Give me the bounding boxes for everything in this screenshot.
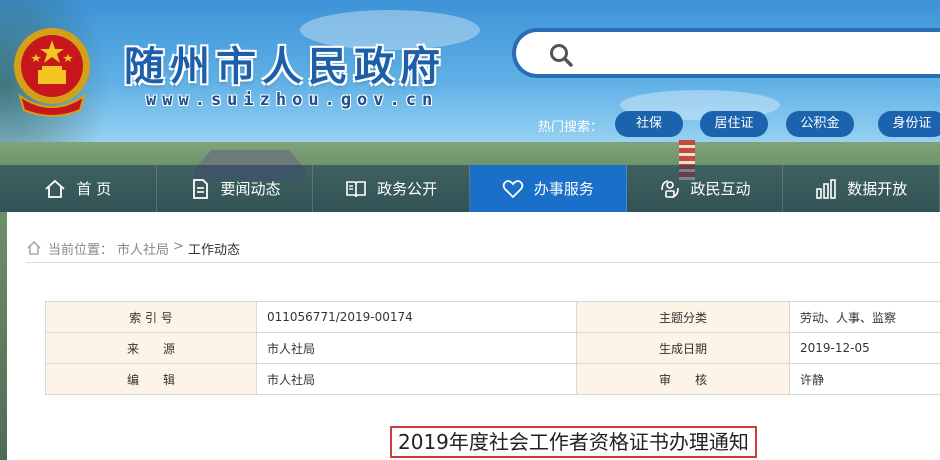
meta-value-category: 劳动、人事、监察 xyxy=(789,301,940,333)
search-box[interactable] xyxy=(512,28,940,78)
table-row: 编 辑 市人社局 审 核 许静 xyxy=(45,363,940,395)
table-row: 来 源 市人社局 生成日期 2019-12-05 xyxy=(45,332,940,364)
meta-label-reviewer: 审 核 xyxy=(576,363,790,395)
hot-tag-social-security[interactable]: 社保 xyxy=(615,111,683,137)
breadcrumb: 当前位置： 市人社局 > 工作动态 xyxy=(26,239,940,263)
nav-item-services[interactable]: 办事服务 xyxy=(470,165,627,212)
nav-item-open-data[interactable]: 数据开放 xyxy=(783,165,940,212)
hot-tag-residence-permit[interactable]: 居住证 xyxy=(700,111,768,137)
main-nav: 首 页 要闻动态 政务公开 办事服务 政民互动 数据开放 xyxy=(0,165,940,212)
interaction-icon xyxy=(660,179,679,198)
meta-label-source: 来 源 xyxy=(45,332,257,364)
nav-label: 政务公开 xyxy=(377,180,438,198)
meta-value-editor: 市人社局 xyxy=(256,363,577,395)
hot-search-label: 热门搜索： xyxy=(538,120,604,135)
nav-item-government-affairs[interactable]: 政务公开 xyxy=(313,165,471,212)
breadcrumb-prefix: 当前位置： xyxy=(48,243,114,258)
nav-label: 首 页 xyxy=(76,180,112,198)
search-input[interactable] xyxy=(582,40,940,68)
home-icon xyxy=(45,179,66,198)
side-scenery xyxy=(0,212,7,460)
article-title: 2019年度社会工作者资格证书办理通知 xyxy=(390,426,757,458)
meta-label-editor: 编 辑 xyxy=(45,363,257,395)
bar-chart-icon xyxy=(816,178,836,199)
breadcrumb-link-parent[interactable]: 市人社局 xyxy=(117,239,169,258)
hot-tag-housing-fund[interactable]: 公积金 xyxy=(786,111,854,137)
book-icon xyxy=(346,180,366,197)
document-icon xyxy=(192,178,208,199)
nav-label: 数据开放 xyxy=(847,180,908,198)
meta-value-index: 011056771/2019-00174 xyxy=(256,301,577,333)
site-title: 随州市人民政府 xyxy=(124,44,446,90)
article-meta-table: 索 引 号 011056771/2019-00174 主题分类 劳动、人事、监察… xyxy=(45,301,940,395)
search-icon[interactable] xyxy=(548,42,574,68)
heart-icon xyxy=(502,179,524,198)
meta-label-index: 索 引 号 xyxy=(45,301,257,333)
breadcrumb-separator: > xyxy=(173,239,184,254)
table-row: 索 引 号 011056771/2019-00174 主题分类 劳动、人事、监察 xyxy=(45,301,940,333)
meta-label-category: 主题分类 xyxy=(576,301,790,333)
nav-label: 办事服务 xyxy=(533,180,594,198)
meta-label-date: 生成日期 xyxy=(576,332,790,364)
nav-item-news[interactable]: 要闻动态 xyxy=(157,165,314,212)
nav-label: 政民互动 xyxy=(690,180,751,198)
meta-value-reviewer: 许静 xyxy=(789,363,940,395)
hot-tag-id-card[interactable]: 身份证 xyxy=(878,111,940,137)
location-home-icon xyxy=(27,240,41,255)
nav-item-interaction[interactable]: 政民互动 xyxy=(627,165,784,212)
nav-item-home[interactable]: 首 页 xyxy=(0,165,157,212)
site-domain: www.suizhou.gov.cn xyxy=(146,90,439,110)
national-emblem-logo xyxy=(14,28,90,117)
meta-value-date: 2019-12-05 xyxy=(789,332,940,364)
meta-value-source: 市人社局 xyxy=(256,332,577,364)
nav-label: 要闻动态 xyxy=(220,180,281,198)
breadcrumb-current: 工作动态 xyxy=(187,243,240,258)
